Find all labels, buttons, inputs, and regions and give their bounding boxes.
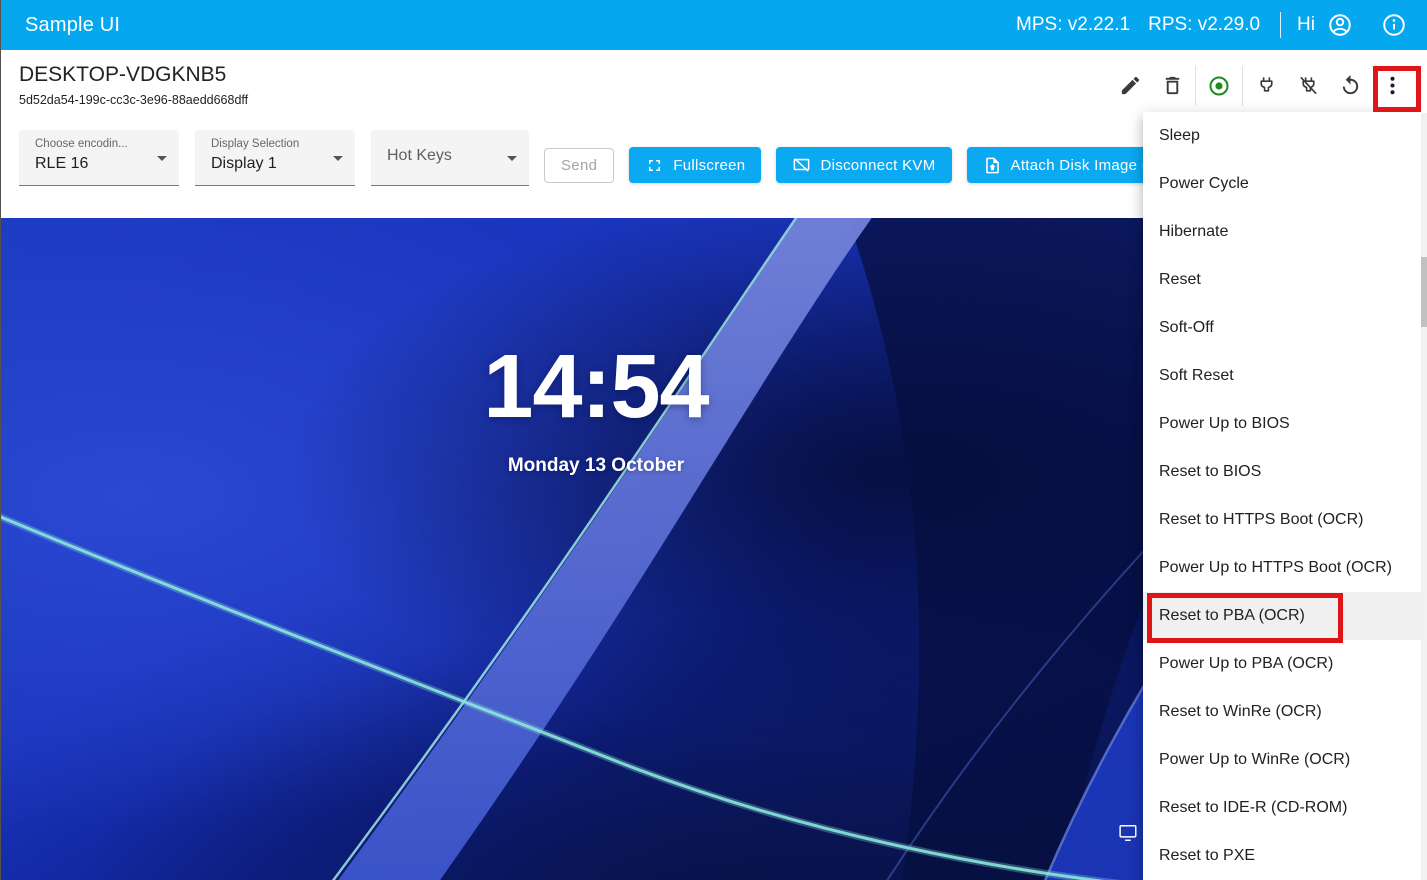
app-window: Sample UI MPS: v2.22.1 RPS: v2.29.0 Hi D… [0, 0, 1427, 880]
display-select[interactable]: Display Selection Display 1 [195, 130, 355, 186]
disconnect-kvm-button[interactable]: Disconnect KVM [776, 147, 951, 183]
power-actions-menu: Sleep Power Cycle Hibernate Reset Soft-O… [1143, 112, 1421, 880]
edit-button[interactable] [1109, 65, 1151, 107]
fullscreen-button[interactable]: Fullscreen [629, 147, 761, 183]
scrollbar-thumb[interactable] [1421, 257, 1427, 327]
divider [1242, 66, 1243, 106]
account-circle-icon[interactable] [1325, 10, 1355, 40]
menu-item-reset[interactable]: Reset [1143, 256, 1421, 304]
hotkeys-select[interactable]: Hot Keys [371, 130, 529, 186]
menu-item-power-up-to-https-boot[interactable]: Power Up to HTTPS Boot (OCR) [1143, 544, 1421, 592]
display-select-value: Display 1 [211, 155, 325, 173]
menu-item-power-up-to-winre[interactable]: Power Up to WinRe (OCR) [1143, 736, 1421, 784]
menu-item-reset-to-pba[interactable]: Reset to PBA (OCR) [1143, 592, 1421, 640]
rps-version: RPS: v2.29.0 [1148, 14, 1260, 36]
hotkeys-select-label: Hot Keys [387, 138, 499, 165]
chevron-down-icon [507, 156, 517, 161]
button-row: Send Fullscreen Disconnect KVM Attach Di… [544, 147, 1188, 183]
encoding-select-label: Choose encodin... [35, 138, 149, 150]
encoding-select-value: RLE 16 [35, 155, 149, 173]
top-bar-right: MPS: v2.22.1 RPS: v2.29.0 Hi [998, 10, 1409, 40]
display-select-label: Display Selection [211, 138, 325, 150]
lock-screen-clock-block: 14:54 Monday 13 October [1, 336, 1191, 477]
device-name: DESKTOP-VDGKNB5 [19, 63, 248, 87]
clock-time: 14:54 [1, 336, 1191, 439]
divider [1195, 66, 1196, 106]
chevron-down-icon [157, 156, 167, 161]
menu-item-reset-to-bios[interactable]: Reset to BIOS [1143, 448, 1421, 496]
connect-icon[interactable] [1245, 65, 1287, 107]
menu-item-power-up-to-pba[interactable]: Power Up to PBA (OCR) [1143, 640, 1421, 688]
power-status-icon[interactable] [1198, 65, 1240, 107]
more-options-button[interactable] [1371, 65, 1413, 107]
divider [1280, 12, 1281, 38]
app-title: Sample UI [25, 14, 120, 37]
menu-item-hibernate[interactable]: Hibernate [1143, 208, 1421, 256]
monitor-off-icon [792, 156, 811, 175]
menu-item-reset-to-https-boot[interactable]: Reset to HTTPS Boot (OCR) [1143, 496, 1421, 544]
menu-item-reset-to-ide-r[interactable]: Reset to IDE-R (CD-ROM) [1143, 784, 1421, 832]
menu-item-reset-to-pxe[interactable]: Reset to PXE [1143, 832, 1421, 880]
greeting-text: Hi [1297, 14, 1315, 36]
scrollbar-track[interactable] [1421, 113, 1427, 880]
encoding-select[interactable]: Choose encodin... RLE 16 [19, 130, 179, 186]
fullscreen-icon [645, 156, 664, 175]
fullscreen-button-label: Fullscreen [673, 157, 745, 174]
menu-item-power-cycle[interactable]: Power Cycle [1143, 160, 1421, 208]
refresh-icon[interactable] [1329, 65, 1371, 107]
device-uuid: 5d52da54-199c-cc3c-3e96-88aedd668dff [19, 93, 248, 107]
menu-item-sleep[interactable]: Sleep [1143, 112, 1421, 160]
delete-button[interactable] [1151, 65, 1193, 107]
mps-version: MPS: v2.22.1 [1016, 14, 1130, 36]
device-info: DESKTOP-VDGKNB5 5d52da54-199c-cc3c-3e96-… [19, 50, 248, 125]
disconnect-icon[interactable] [1287, 65, 1329, 107]
chevron-down-icon [333, 156, 343, 161]
clock-date: Monday 13 October [1, 455, 1191, 477]
menu-item-reset-to-winre[interactable]: Reset to WinRe (OCR) [1143, 688, 1421, 736]
send-button[interactable]: Send [544, 148, 614, 183]
menu-item-soft-off[interactable]: Soft-Off [1143, 304, 1421, 352]
disconnect-kvm-button-label: Disconnect KVM [820, 157, 935, 174]
info-icon[interactable] [1379, 10, 1409, 40]
top-bar: Sample UI MPS: v2.22.1 RPS: v2.29.0 Hi [1, 0, 1427, 50]
menu-item-power-up-to-bios[interactable]: Power Up to BIOS [1143, 400, 1421, 448]
menu-item-soft-reset[interactable]: Soft Reset [1143, 352, 1421, 400]
monitor-icon [1119, 824, 1138, 847]
upload-file-icon [983, 156, 1002, 175]
